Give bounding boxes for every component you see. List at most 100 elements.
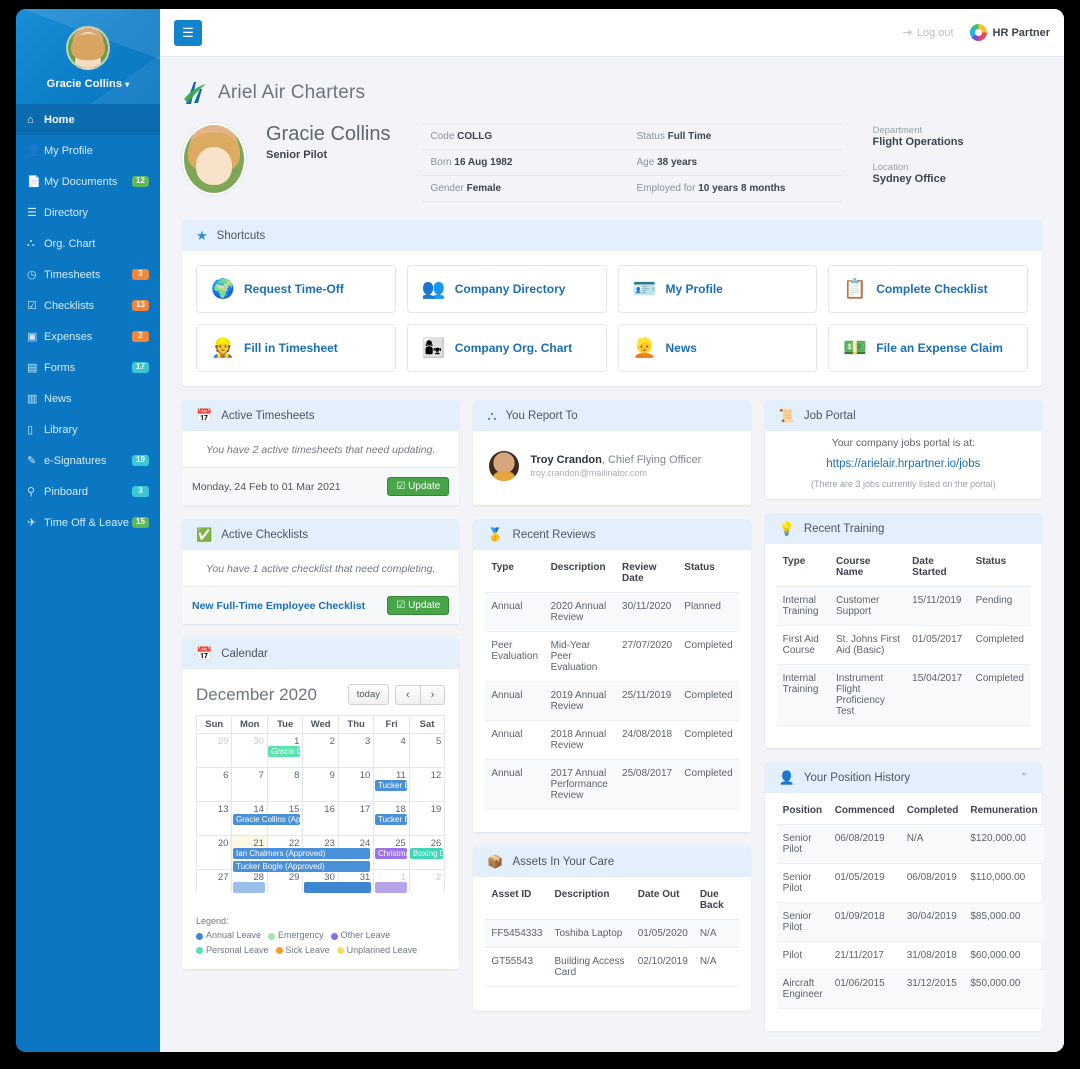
calendar-day-cell[interactable]: 19 (409, 802, 445, 836)
legend-item: Other Leave (331, 930, 391, 940)
shortcut-fill-in-timesheet[interactable]: 👷Fill in Timesheet (196, 324, 396, 372)
calendar-title: Calendar (221, 648, 268, 660)
calendar-body: December 2020 today ‹ › SunMonTueWedThuF… (182, 669, 459, 906)
checklist-link[interactable]: New Full-Time Employee Checklist (192, 600, 379, 612)
timesheet-update-button[interactable]: ☑ Update (387, 477, 449, 496)
logout-button[interactable]: ⇥ Log out (903, 26, 954, 39)
calendar-day-cell[interactable]: 9 (303, 768, 338, 802)
table-header-row: Asset IDDescriptionDate OutDue Back (485, 881, 738, 920)
calendar-event[interactable]: Christma (375, 848, 407, 859)
calendar-day-number: 29 (218, 736, 229, 747)
calendar-weekday: Tue (267, 716, 302, 734)
table-cell: Completed (970, 626, 1030, 665)
calendar-today-button[interactable]: today (348, 684, 389, 705)
calendar-day-cell[interactable]: 7 (232, 768, 267, 802)
calendar-day-number: 13 (218, 804, 229, 815)
table-cell: Mid-Year Peer Evaluation (545, 632, 616, 682)
hr-partner-brand[interactable]: HR Partner (970, 24, 1050, 41)
calendar-event[interactable]: Boxing D (410, 848, 443, 859)
shortcut-label: File an Expense Claim (876, 341, 1003, 355)
calendar-day-cell[interactable]: 2 (303, 734, 338, 768)
shortcut-news[interactable]: 👱News (618, 324, 818, 372)
position-history-body: PositionCommencedCompletedRemunerationSe… (765, 793, 1042, 1031)
calendar-event[interactable]: Tucker Bogle (Approved) (233, 861, 370, 872)
shortcut-company-directory[interactable]: 👥Company Directory (407, 265, 607, 313)
employee-avatar (182, 123, 246, 195)
job-portal-link[interactable]: https://arielair.hrpartner.io/jobs (769, 458, 1038, 470)
org-people-icon: 👩‍👧 (422, 339, 444, 358)
calendar-day-number: 6 (223, 770, 228, 781)
calendar-day-cell[interactable]: 13 (197, 802, 232, 836)
employee-detail-cell: Status Full Time (636, 131, 842, 142)
calendar-day-cell[interactable]: 8 (267, 768, 302, 802)
sidebar-user-header[interactable]: Gracie Collins ▾ (16, 9, 160, 104)
hr-partner-label: HR Partner (993, 27, 1050, 39)
calendar-day-cell[interactable]: 20 (197, 836, 232, 870)
chevron-down-icon: ▾ (125, 80, 129, 89)
calendar-event[interactable]: Tucker B (375, 780, 407, 791)
table-cell: 2018 Annual Review (545, 721, 616, 760)
legend-dot-icon (196, 947, 203, 954)
sidebar-avatar (66, 26, 110, 70)
sidebar-item-checklists[interactable]: ☑Checklists13 (16, 290, 160, 321)
calendar-day-number: 29 (289, 872, 300, 883)
sidebar-user-name[interactable]: Gracie Collins ▾ (16, 78, 160, 90)
shortcut-file-an-expense-claim[interactable]: 💵File an Expense Claim (828, 324, 1028, 372)
table-cell: 25/11/2019 (616, 682, 678, 721)
job-portal-line1: Your company jobs portal is at: (769, 437, 1038, 449)
sidebar-item-forms[interactable]: ▤Forms17 (16, 352, 160, 383)
calendar-day-cell[interactable]: 5 (409, 734, 445, 768)
calendar-day-cell[interactable]: 16 (303, 802, 338, 836)
position-history-header[interactable]: 👤 Your Position History ⌃ (765, 762, 1042, 793)
calendar-day-cell[interactable]: 3 (338, 734, 373, 768)
sidebar-item-library[interactable]: ▯Library (16, 414, 160, 445)
calendar-day-cell[interactable]: 2 (409, 870, 445, 894)
sidebar-item-org-chart[interactable]: ⛬Org. Chart (16, 228, 160, 259)
calendar-prev-button[interactable]: ‹ (395, 685, 421, 705)
checklist-update-button[interactable]: ☑ Update (387, 596, 449, 615)
calendar-day-number: 19 (431, 804, 442, 815)
sidebar-item-news[interactable]: ▥News (16, 383, 160, 414)
shortcut-complete-checklist[interactable]: 📋Complete Checklist (828, 265, 1028, 313)
sidebar-item-e-signatures[interactable]: ✎e-Signatures19 (16, 445, 160, 476)
sidebar-item-time-off-leave[interactable]: ✈Time Off & Leave15 (16, 507, 160, 538)
shortcut-company-org-chart[interactable]: 👩‍👧 Company Org. Chart (407, 324, 607, 372)
calendar-event[interactable]: Tucker B (375, 814, 407, 825)
calendar-day-cell[interactable]: 4 (374, 734, 409, 768)
calendar-event[interactable]: Gracie C (268, 746, 300, 757)
calendar-day-cell[interactable]: 10 (338, 768, 373, 802)
calendar-day-cell[interactable]: 27 (197, 870, 232, 894)
sidebar-item-badge: 12 (132, 176, 149, 188)
calendar-event[interactable]: Ian Chalmers (Approved) (233, 848, 370, 859)
calendar-day-number: 5 (436, 736, 441, 747)
sidebar-item-my-documents[interactable]: 📄My Documents12 (16, 166, 160, 197)
sidebar-item-my-profile[interactable]: 👤My Profile (16, 135, 160, 166)
sidebar-item-pinboard[interactable]: ⚲Pinboard3 (16, 476, 160, 507)
calendar-event[interactable] (304, 882, 371, 893)
calendar-day-cell[interactable]: 29 (267, 870, 302, 894)
shortcut-request-time-off[interactable]: 🌍Request Time-Off (196, 265, 396, 313)
table-cell: Senior Pilot (777, 825, 829, 864)
sidebar-item-expenses[interactable]: ▣Expenses2 (16, 321, 160, 352)
calendar-day-cell[interactable]: 6 (197, 768, 232, 802)
sidebar-item-directory[interactable]: ☰Directory (16, 197, 160, 228)
calendar-next-button[interactable]: › (421, 685, 446, 705)
manager-card[interactable]: Troy Crandon, Chief Flying Officer troy.… (487, 447, 736, 485)
calendar-event[interactable] (375, 882, 407, 893)
sidebar-item-badge: 2 (132, 331, 149, 343)
sidebar-item-home[interactable]: ⌂Home (16, 104, 160, 135)
calendar-event[interactable]: Gracie Collins (Ap (233, 814, 300, 825)
calendar-header: 📅 Calendar (182, 638, 459, 669)
shortcut-my-profile[interactable]: 🪪My Profile (618, 265, 818, 313)
calendar-day-cell[interactable]: 30 (232, 734, 267, 768)
calendar-event[interactable] (233, 882, 265, 893)
recent-reviews-panel: 🥇 Recent Reviews TypeDescriptionReview D… (473, 519, 750, 832)
shortcut-label: Company Org. Chart (455, 341, 572, 355)
chevron-up-icon[interactable]: ⌃ (1020, 772, 1028, 783)
calendar-day-cell[interactable]: 29 (197, 734, 232, 768)
hamburger-icon[interactable]: ☰ (174, 20, 202, 46)
calendar-day-cell[interactable]: 17 (338, 802, 373, 836)
calendar-day-cell[interactable]: 12 (409, 768, 445, 802)
side-label: Location (872, 162, 1017, 173)
sidebar-item-timesheets[interactable]: ◷Timesheets3 (16, 259, 160, 290)
